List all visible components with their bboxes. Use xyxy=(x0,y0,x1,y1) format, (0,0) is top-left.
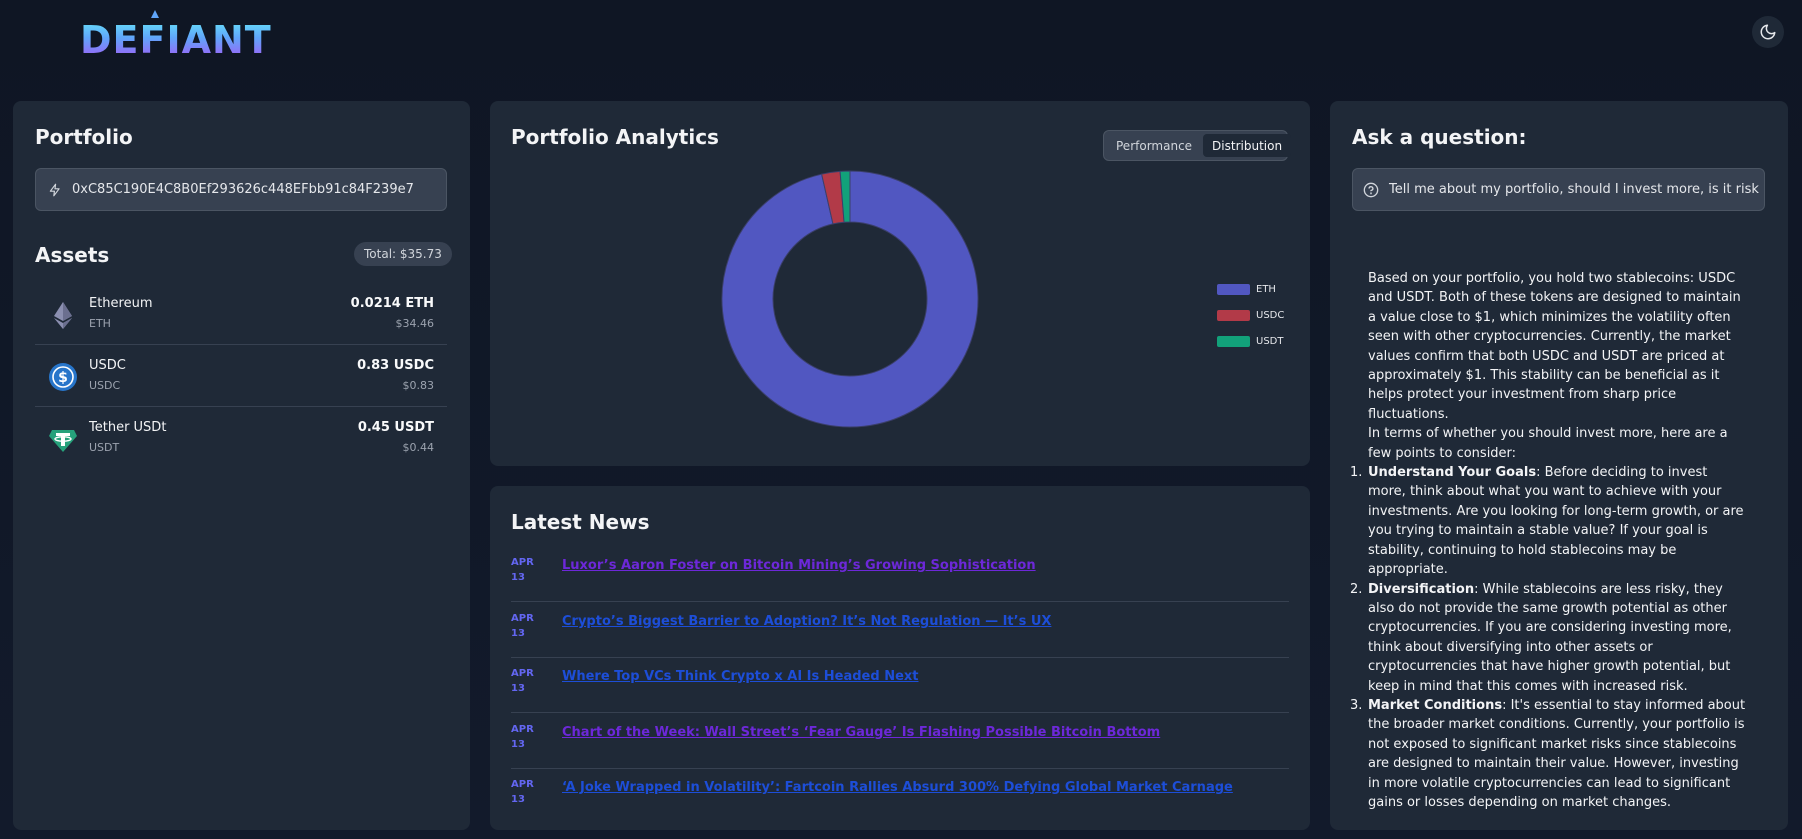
asset-name: USDC xyxy=(89,358,126,373)
asset-usd-value: $34.46 xyxy=(395,317,435,330)
news-month: APR xyxy=(511,724,534,735)
point-number: 1. xyxy=(1350,465,1363,481)
logo[interactable]: DEFIANT xyxy=(80,18,272,62)
news-date: APR 13 xyxy=(511,722,551,752)
distribution-donut-chart xyxy=(721,170,979,428)
asset-row[interactable]: $ USDC USDC 0.83 USDC $0.83 xyxy=(35,345,447,407)
news-item: APR 13 ‘A Joke Wrapped in Volatility’: Fa… xyxy=(511,768,1289,824)
asset-row[interactable]: Ethereum ETH 0.0214 ETH $34.46 xyxy=(35,283,447,345)
asset-usd-value: $0.44 xyxy=(402,441,435,454)
answer-paragraph: Based on your portfolio, you hold two st… xyxy=(1368,271,1741,422)
assets-title: Assets xyxy=(35,243,110,267)
svg-text:$: $ xyxy=(58,370,68,386)
answer-point: 3. Market Conditions: It's essential to s… xyxy=(1350,696,1748,812)
news-month: APR xyxy=(511,613,534,624)
lightning-icon xyxy=(49,183,60,196)
point-heading: Diversification xyxy=(1368,581,1475,597)
asset-row[interactable]: Tether USDt USDT 0.45 USDT $0.44 xyxy=(35,407,447,469)
portfolio-title: Portfolio xyxy=(35,125,133,149)
news-date: APR 13 xyxy=(511,611,551,641)
theme-toggle-button[interactable] xyxy=(1752,16,1784,48)
point-number: 2. xyxy=(1350,581,1363,597)
news-item: APR 13 Where Top VCs Think Crypto x AI Is… xyxy=(511,657,1289,713)
news-link[interactable]: Chart of the Week: Wall Street’s ‘Fear G… xyxy=(562,725,1160,740)
legend-item: ETH xyxy=(1217,276,1284,302)
asset-amount: 0.0214 ETH xyxy=(350,296,434,311)
asset-name: Tether USDt xyxy=(89,420,167,435)
news-day: 13 xyxy=(511,572,525,583)
asset-symbol: ETH xyxy=(89,317,111,330)
news-link[interactable]: ‘A Joke Wrapped in Volatility’: Fartcoin… xyxy=(562,780,1233,795)
news-day: 13 xyxy=(511,739,525,750)
point-number: 3. xyxy=(1350,697,1363,713)
asset-amount: 0.45 USDT xyxy=(357,420,434,435)
answer-paragraph: In terms of whether you should invest mo… xyxy=(1368,426,1728,461)
legend-item: USDC xyxy=(1217,302,1284,328)
legend-swatch xyxy=(1217,335,1250,347)
eth-icon xyxy=(54,302,72,329)
news-link[interactable]: Luxor’s Aaron Foster on Bitcoin Mining’s… xyxy=(562,558,1036,573)
top-bar: DEFIANT xyxy=(0,0,1802,86)
usdt-icon xyxy=(49,430,77,452)
news-day: 13 xyxy=(511,683,525,694)
asset-symbol: USDC xyxy=(89,379,121,392)
news-link[interactable]: Where Top VCs Think Crypto x AI Is Heade… xyxy=(562,669,919,684)
news-date: APR 13 xyxy=(511,555,551,585)
news-day: 13 xyxy=(511,794,525,805)
point-text: : It's essential to stay informed about … xyxy=(1368,697,1746,810)
asset-symbol: USDT xyxy=(89,441,120,454)
usdc-icon: $ xyxy=(49,363,77,391)
question-input-value: Tell me about my portfolio, should I inv… xyxy=(1389,182,1759,197)
point-heading: Understand Your Goals xyxy=(1368,465,1537,481)
news-day: 13 xyxy=(511,628,525,639)
news-date: APR 13 xyxy=(511,666,551,696)
news-month: APR xyxy=(511,779,534,790)
answer-points-list: 1. Understand Your Goals: Before deciding… xyxy=(1350,463,1748,812)
asset-usd-value: $0.83 xyxy=(402,379,435,392)
wallet-address-value: 0xC85C190E4C8B0Ef293626c448EFbb91c84F239… xyxy=(72,182,414,197)
news-title: Latest News xyxy=(511,510,650,534)
help-circle-icon xyxy=(1363,182,1379,197)
ask-question-card: Ask a question: Tell me about my portfol… xyxy=(1330,101,1788,830)
legend-label: ETH xyxy=(1256,283,1276,295)
analytics-view-toggle: Performance Distribution xyxy=(1103,130,1292,161)
logo-mark xyxy=(151,10,159,18)
tab-distribution[interactable]: Distribution xyxy=(1203,134,1292,157)
answer-point: 2. Diversification: While stablecoins are… xyxy=(1350,580,1748,696)
news-link[interactable]: Crypto’s Biggest Barrier to Adoption? It… xyxy=(562,614,1051,629)
legend-label: USDT xyxy=(1256,335,1284,347)
question-input[interactable]: Tell me about my portfolio, should I inv… xyxy=(1352,168,1765,211)
answer-text: Based on your portfolio, you hold two st… xyxy=(1350,269,1748,812)
point-text: : Before deciding to invest more, think … xyxy=(1368,465,1744,578)
answer-point: 1. Understand Your Goals: Before deciding… xyxy=(1350,463,1748,579)
point-text: : While stablecoins are less risky, they… xyxy=(1368,581,1732,694)
news-month: APR xyxy=(511,668,534,679)
latest-news-card: Latest News APR 13 Luxor’s Aaron Foster o… xyxy=(490,486,1310,830)
news-month: APR xyxy=(511,557,534,568)
ask-title: Ask a question: xyxy=(1352,125,1527,149)
legend-swatch xyxy=(1217,309,1250,321)
legend-swatch xyxy=(1217,283,1250,295)
asset-name: Ethereum xyxy=(89,296,153,311)
point-heading: Market Conditions xyxy=(1368,697,1503,713)
wallet-address-field[interactable]: 0xC85C190E4C8B0Ef293626c448EFbb91c84F239… xyxy=(35,168,447,211)
news-item: APR 13 Luxor’s Aaron Foster on Bitcoin Mi… xyxy=(511,546,1289,602)
news-item: APR 13 Chart of the Week: Wall Street’s ‘… xyxy=(511,713,1289,769)
legend-label: USDC xyxy=(1256,309,1285,321)
legend-item: USDT xyxy=(1217,328,1284,354)
analytics-title: Portfolio Analytics xyxy=(511,125,719,149)
portfolio-analytics-card: Portfolio Analytics Performance Distribu… xyxy=(490,101,1310,466)
tab-performance[interactable]: Performance xyxy=(1107,134,1201,157)
asset-amount: 0.83 USDC xyxy=(357,358,434,373)
portfolio-card: Portfolio 0xC85C190E4C8B0Ef293626c448EFb… xyxy=(13,101,470,830)
news-date: APR 13 xyxy=(511,777,551,807)
news-item: APR 13 Crypto’s Biggest Barrier to Adopti… xyxy=(511,602,1289,658)
moon-icon xyxy=(1760,24,1776,40)
chart-legend: ETH USDC USDT xyxy=(1217,276,1284,354)
total-badge: Total: $35.73 xyxy=(354,242,452,266)
